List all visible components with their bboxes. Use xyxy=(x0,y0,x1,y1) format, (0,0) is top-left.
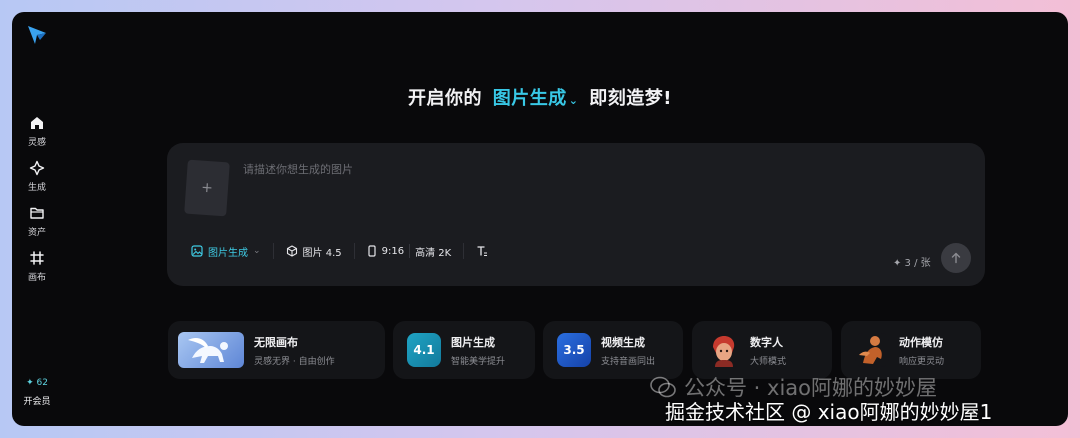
card-title: 无限画布 xyxy=(254,335,298,349)
divider xyxy=(463,243,465,259)
prompt-toolbar: 图片生成 ⌄ 图片 4.5 9:16 高清 2K xyxy=(181,238,498,264)
feature-card-image-generation[interactable]: 4.1 图片生成 智能美学提升 xyxy=(393,321,535,379)
card-subtitle: 响应更灵动 xyxy=(899,356,945,367)
card-title: 图片生成 xyxy=(451,335,495,349)
generation-mode-dropdown[interactable]: 图片生成 ⌄ xyxy=(181,238,271,264)
folder-icon xyxy=(30,207,44,219)
video-gen-version-badge: 3.5 xyxy=(563,343,585,357)
aspect-ratio-icon xyxy=(368,245,376,257)
divider xyxy=(409,244,411,258)
ratio-label: 9:16 xyxy=(381,245,405,257)
image-upload-button[interactable]: + xyxy=(184,159,230,217)
plus-icon: + xyxy=(200,179,214,197)
image-gen-version-badge: 4.1 xyxy=(413,343,435,357)
quality-label: 高清 2K xyxy=(415,247,452,259)
sidebar-item-assets[interactable]: 资产 xyxy=(15,201,59,241)
send-button[interactable] xyxy=(941,243,971,273)
card-text: 动作模仿 响应更灵动 xyxy=(899,334,944,367)
video-gen-thumbnail: 3.5 xyxy=(557,333,591,367)
model-label: 图片 4.5 xyxy=(302,247,342,259)
sidebar-item-generate[interactable]: 生成 xyxy=(15,156,59,196)
card-title: 视频生成 xyxy=(601,335,645,349)
ratio-quality-selector[interactable]: 9:16 高清 2K xyxy=(357,238,462,264)
dancer-icon xyxy=(859,336,882,364)
text-style-icon xyxy=(477,246,488,256)
pegasus-icon xyxy=(188,338,228,363)
image-icon xyxy=(191,245,203,257)
card-text: 视频生成 支持音画同出 xyxy=(601,334,655,367)
page-headline: 开启你的 图片生成 ⌄ 即刻造梦! xyxy=(12,84,1068,110)
prompt-panel: + 图片生成 ⌄ 图片 4.5 xyxy=(167,143,985,286)
infinite-canvas-thumbnail xyxy=(178,332,244,368)
sidebar-item-label: 资产 xyxy=(27,227,46,238)
feature-card-video-generation[interactable]: 3.5 视频生成 支持音画同出 xyxy=(543,321,683,379)
motion-imitation-thumbnail xyxy=(855,333,889,367)
home-icon xyxy=(31,116,43,129)
feature-card-digital-human[interactable]: 数字人 大师模式 xyxy=(692,321,832,379)
chevron-down-icon: ⌄ xyxy=(253,246,261,256)
card-text: 数字人 大师模式 xyxy=(750,334,786,367)
feature-card-infinite-canvas[interactable]: 无限画布 灵感无界 · 自由创作 xyxy=(168,321,385,379)
divider xyxy=(272,243,274,259)
watermark-juejin: 掘金技术社区 @ xiao阿娜的妙妙屋1 xyxy=(665,400,993,424)
card-subtitle: 支持音画同出 xyxy=(601,356,656,367)
sidebar: 灵感 生成 资产 画布 ✦ 62 开会员 xyxy=(12,12,62,426)
avatar-icon xyxy=(713,336,735,367)
chevron-down-icon: ⌄ xyxy=(568,94,579,107)
sidebar-item-inspiration[interactable]: 灵感 xyxy=(15,111,59,151)
logo-icon[interactable] xyxy=(26,24,48,46)
digital-human-thumbnail xyxy=(706,333,740,367)
mode-selector[interactable]: 图片生成 ⌄ xyxy=(493,88,579,109)
sidebar-item-label: 生成 xyxy=(27,182,46,193)
credit-balance: ✦ 62 xyxy=(26,378,48,388)
arrow-up-icon xyxy=(951,252,961,264)
headline-prefix: 开启你的 xyxy=(408,88,482,109)
headline-suffix: 即刻造梦! xyxy=(589,88,672,109)
model-selector[interactable]: 图片 4.5 xyxy=(276,238,352,264)
credit-cost: ✦ 3 / 张 xyxy=(893,258,931,269)
prompt-input[interactable] xyxy=(243,157,843,181)
vip-button[interactable]: 开会员 xyxy=(12,394,62,407)
card-title: 动作模仿 xyxy=(899,335,943,349)
cube-icon xyxy=(286,245,297,257)
mode-selector-label: 图片生成 xyxy=(492,88,567,109)
card-text: 无限画布 灵感无界 · 自由创作 xyxy=(254,334,335,367)
card-subtitle: 灵感无界 · 自由创作 xyxy=(254,356,335,367)
sidebar-item-label: 灵感 xyxy=(27,137,46,148)
sparkle-icon xyxy=(29,160,45,175)
divider xyxy=(353,243,355,259)
feature-card-motion-imitation[interactable]: 动作模仿 响应更灵动 xyxy=(841,321,981,379)
card-subtitle: 智能美学提升 xyxy=(451,356,506,367)
card-subtitle: 大师模式 xyxy=(750,356,787,367)
generation-mode-label: 图片生成 xyxy=(208,247,248,259)
card-text: 图片生成 智能美学提升 xyxy=(451,334,505,367)
app-window: 灵感 生成 资产 画布 ✦ 62 开会员 开启你的 图片生成 ⌄ 即刻造梦! +… xyxy=(12,12,1068,426)
image-gen-thumbnail: 4.1 xyxy=(407,333,441,367)
sidebar-item-canvas[interactable]: 画布 xyxy=(15,246,59,286)
card-title: 数字人 xyxy=(750,335,783,349)
wechat-icon xyxy=(650,376,676,398)
sidebar-item-label: 画布 xyxy=(27,272,46,283)
canvas-icon xyxy=(30,250,44,265)
text-style-button[interactable] xyxy=(466,238,498,264)
credits-box[interactable]: ✦ 62 开会员 xyxy=(12,378,62,407)
